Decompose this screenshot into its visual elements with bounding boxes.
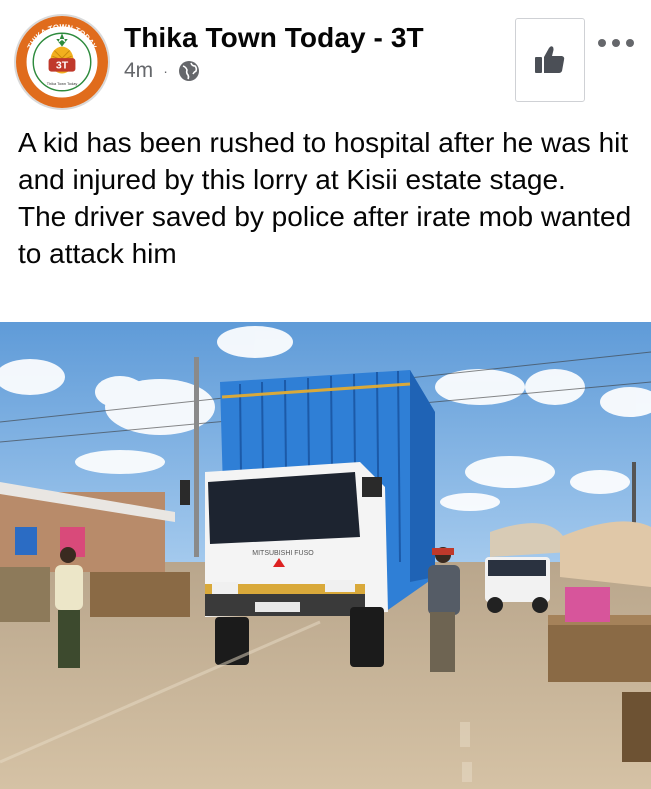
post-meta: 4m · <box>124 58 200 84</box>
post-photo[interactable]: MITSUBISHI FUSO <box>0 322 651 789</box>
globe-icon <box>178 60 200 82</box>
more-options-icon <box>598 39 634 47</box>
meta-separator: · <box>163 63 168 79</box>
thika-town-today-logo: 3T Thika Town Today THIKA TOWN TODAY Tel… <box>16 16 108 108</box>
page-name-link[interactable]: Thika Town Today - 3T <box>124 22 424 54</box>
more-options-button[interactable] <box>596 28 636 58</box>
thumbs-up-icon <box>535 46 565 73</box>
post-header: 3T Thika Town Today THIKA TOWN TODAY Tel… <box>0 0 651 118</box>
post-message: A kid has been rushed to hospital after … <box>18 124 638 272</box>
post-paragraph: A kid has been rushed to hospital after … <box>18 127 629 195</box>
post-timestamp[interactable]: 4m <box>124 59 153 83</box>
post-paragraph: The driver saved by police after irate m… <box>18 201 632 269</box>
lorry-scene-image: MITSUBISHI FUSO <box>0 322 651 789</box>
left-stalls <box>0 482 190 622</box>
utility-pole <box>194 357 199 557</box>
like-page-button[interactable] <box>515 18 585 102</box>
logo-caption: Thika Town Today <box>47 82 78 86</box>
logo-badge: 3T <box>56 60 69 72</box>
truck-brand-text: MITSUBISHI FUSO <box>252 550 314 557</box>
page-avatar[interactable]: 3T Thika Town Today THIKA TOWN TODAY Tel… <box>14 14 110 110</box>
